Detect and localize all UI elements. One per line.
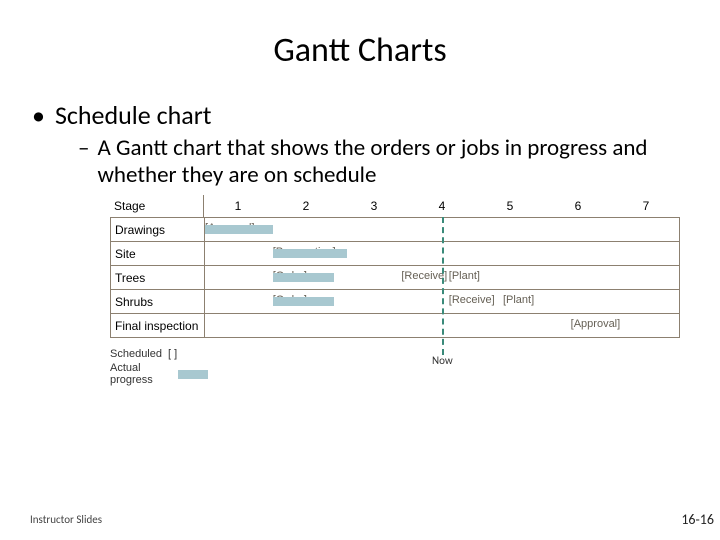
gantt-body: Drawings[Approval]Site[Preparation]Trees…	[110, 217, 680, 338]
gantt-chart: Stage 1 2 3 4 5 6 7 Drawings[Approval]Si…	[110, 195, 680, 338]
tick-label: 1	[204, 195, 272, 217]
actual-progress-bar	[273, 249, 347, 258]
tick-label: 4	[408, 195, 476, 217]
tick-label: 2	[272, 195, 340, 217]
bullet-dot-icon: •	[32, 99, 45, 131]
legend-bracket-icon: [ ]	[168, 348, 202, 360]
row-timeline: [Order][Receive][Plant]	[205, 265, 679, 289]
legend-actual-label: Actual progress	[110, 362, 170, 386]
scheduled-bracket: [Plant]	[449, 270, 480, 282]
slide: Gantt Charts • Schedule chart – A Gantt …	[0, 0, 720, 540]
scheduled-bracket: [Receive]	[449, 294, 495, 306]
bullet-dash-icon: –	[78, 135, 89, 162]
tick-label: 5	[476, 195, 544, 217]
tick-label: 7	[612, 195, 680, 217]
page-title: Gantt Charts	[0, 30, 720, 71]
footer-left: Instructor Slides	[30, 513, 102, 526]
scheduled-bracket: [Plant]	[503, 294, 534, 306]
legend-scheduled-label: Scheduled	[110, 348, 162, 360]
table-row: Final inspection [Approval]	[111, 313, 679, 337]
actual-progress-bar	[273, 273, 334, 282]
legend-actual: Actual progress	[110, 366, 700, 382]
gantt-stage-header: Stage	[110, 195, 204, 217]
gantt-ticks: 1 2 3 4 5 6 7	[204, 195, 680, 217]
bullet-level1-text: Schedule chart	[55, 99, 212, 131]
table-row: Drawings[Approval]	[111, 217, 679, 241]
stage-name: Trees	[111, 265, 205, 289]
stage-name: Shrubs	[111, 289, 205, 313]
tick-label: 6	[544, 195, 612, 217]
row-timeline: [Approval]	[205, 217, 679, 241]
bullet-level2-text: A Gantt chart that shows the orders or j…	[97, 135, 700, 189]
scheduled-bracket: [Approval]	[571, 318, 621, 330]
scheduled-bracket: [Receive]	[401, 270, 447, 282]
row-timeline: [Approval]	[205, 313, 679, 337]
content-area: • Schedule chart – A Gantt chart that sh…	[0, 99, 720, 382]
stage-name: Drawings	[111, 217, 205, 241]
gantt-header: Stage 1 2 3 4 5 6 7	[110, 195, 680, 217]
table-row: Site[Preparation]	[111, 241, 679, 265]
table-row: Shrubs[Order][Receive][Plant]	[111, 289, 679, 313]
tick-label: 3	[340, 195, 408, 217]
bullet-level1: • Schedule chart	[30, 99, 700, 131]
stage-name: Site	[111, 241, 205, 265]
table-row: Trees[Order][Receive][Plant]	[111, 265, 679, 289]
footer-right: 16-16	[681, 511, 714, 528]
actual-progress-bar	[273, 297, 334, 306]
gantt-legend: Scheduled [ ] Actual progress	[110, 346, 700, 382]
bullet-level2: – A Gantt chart that shows the orders or…	[30, 135, 700, 189]
row-timeline: [Order][Receive][Plant]	[205, 289, 679, 313]
stage-name: Final inspection	[111, 313, 205, 337]
legend-actual-bar-icon	[178, 370, 208, 379]
legend-scheduled: Scheduled [ ]	[110, 346, 700, 362]
actual-progress-bar	[205, 225, 273, 234]
row-timeline: [Preparation]	[205, 241, 679, 265]
